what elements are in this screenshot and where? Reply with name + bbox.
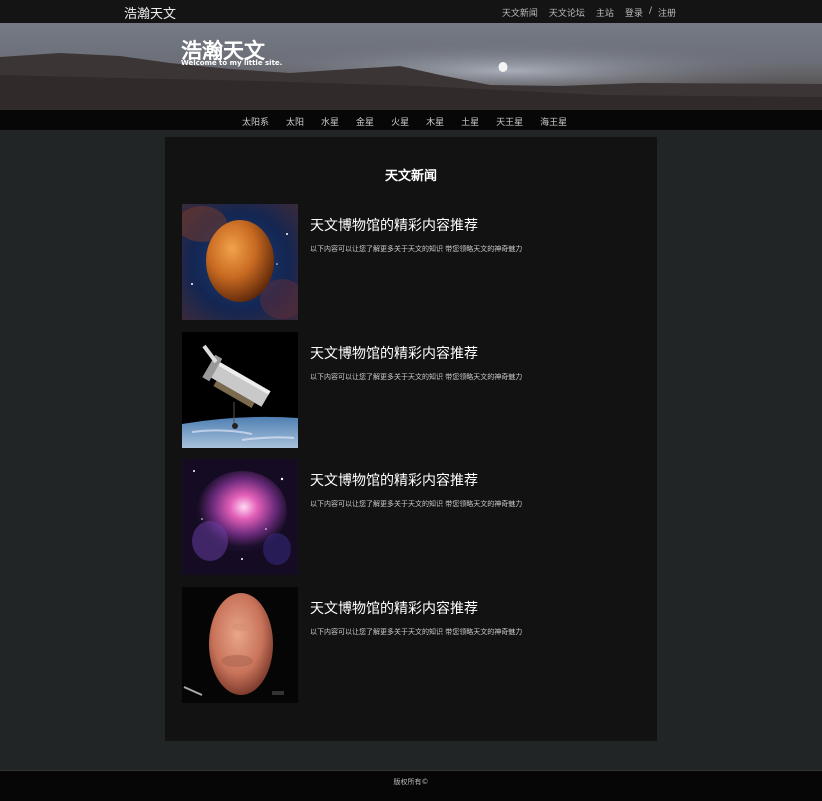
news-item[interactable]: 天文博物馆的精彩内容推荐 以下内容可以让您了解更多关于天文的知识 带您领略天文的… bbox=[182, 204, 642, 320]
category-solar-system[interactable]: 太阳系 bbox=[242, 115, 269, 128]
category-uranus[interactable]: 天王星 bbox=[496, 115, 523, 128]
category-neptune[interactable]: 海王星 bbox=[540, 115, 567, 128]
news-item-title[interactable]: 天文博物馆的精彩内容推荐 bbox=[310, 215, 478, 235]
category-saturn[interactable]: 土星 bbox=[461, 115, 479, 128]
news-item-title[interactable]: 天文博物馆的精彩内容推荐 bbox=[310, 598, 478, 618]
top-nav: 天文新闻 天文论坛 主站 登录 / 注册 bbox=[491, 6, 676, 19]
nav-login-link[interactable]: 登录 bbox=[625, 6, 643, 19]
top-bar: 浩瀚天文 天文新闻 天文论坛 主站 登录 / 注册 bbox=[0, 0, 822, 23]
news-item-title[interactable]: 天文博物馆的精彩内容推荐 bbox=[310, 343, 478, 363]
mars-image[interactable] bbox=[182, 587, 298, 703]
nav-register-link[interactable]: 注册 bbox=[658, 6, 676, 19]
nav-forum-link[interactable]: 天文论坛 bbox=[549, 6, 585, 19]
category-jupiter[interactable]: 木星 bbox=[426, 115, 444, 128]
category-nav: 太阳系 太阳 水星 金星 火星 木星 土星 天王星 海王星 bbox=[0, 110, 822, 130]
nav-news-link[interactable]: 天文新闻 bbox=[502, 6, 538, 19]
news-panel: 天文新闻 天文博物馆的精彩内容推荐 以下内容可以让您了解更多关于天文的知识 带您… bbox=[165, 137, 657, 741]
copyright-text: 版权所有© bbox=[393, 778, 429, 786]
category-venus[interactable]: 金星 bbox=[356, 115, 374, 128]
footer: 版权所有© bbox=[0, 770, 822, 801]
news-item-title[interactable]: 天文博物馆的精彩内容推荐 bbox=[310, 470, 478, 490]
news-item-desc: 以下内容可以让您了解更多关于天文的知识 带您领略天文的神奇魅力 bbox=[310, 245, 523, 253]
venus-image[interactable] bbox=[182, 204, 298, 320]
category-mercury[interactable]: 水星 bbox=[321, 115, 339, 128]
news-item[interactable]: 天文博物馆的精彩内容推荐 以下内容可以让您了解更多关于天文的知识 带您领略天文的… bbox=[182, 459, 642, 575]
nebula-image[interactable] bbox=[182, 459, 298, 575]
news-item-desc: 以下内容可以让您了解更多关于天文的知识 带您领略天文的神奇魅力 bbox=[310, 373, 523, 381]
news-item[interactable]: 天文博物馆的精彩内容推荐 以下内容可以让您了解更多关于天文的知识 带您领略天文的… bbox=[182, 587, 642, 703]
category-sun[interactable]: 太阳 bbox=[286, 115, 304, 128]
news-item-desc: 以下内容可以让您了解更多关于天文的知识 带您领略天文的神奇魅力 bbox=[310, 628, 523, 636]
hero-banner: 浩瀚天文 Welcome to my little site. bbox=[0, 23, 822, 110]
nav-main-site-link[interactable]: 主站 bbox=[596, 6, 614, 19]
site-brand[interactable]: 浩瀚天文 bbox=[124, 3, 176, 22]
telescope-image[interactable] bbox=[182, 332, 298, 448]
news-item-desc: 以下内容可以让您了解更多关于天文的知识 带您领略天文的神奇魅力 bbox=[310, 500, 523, 508]
nav-separator: / bbox=[648, 6, 652, 16]
news-item[interactable]: 天文博物馆的精彩内容推荐 以下内容可以让您了解更多关于天文的知识 带您领略天文的… bbox=[182, 332, 642, 448]
landscape-image bbox=[0, 23, 822, 110]
category-mars[interactable]: 火星 bbox=[391, 115, 409, 128]
section-heading: 天文新闻 bbox=[384, 169, 437, 184]
banner-subtitle: Welcome to my little site. bbox=[181, 59, 283, 67]
